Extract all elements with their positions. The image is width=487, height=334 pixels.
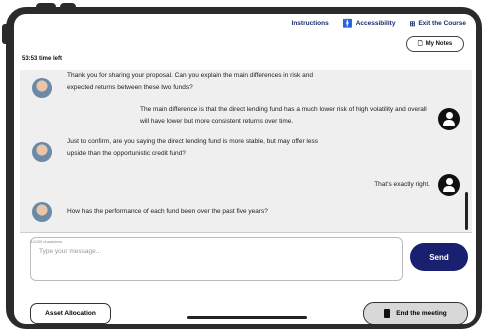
my-notes-button[interactable]: 🗋 My Notes: [406, 36, 464, 52]
my-notes-label: My Notes: [425, 41, 453, 47]
accessibility-link[interactable]: 🚹 Accessibility: [343, 19, 396, 28]
user-avatar: [32, 78, 52, 98]
home-indicator: [187, 316, 307, 319]
chat-scrollbar[interactable]: [465, 192, 468, 230]
device-button: [36, 3, 56, 13]
accessibility-icon: 🚹: [342, 19, 353, 28]
notes-icon: 🗋: [417, 41, 423, 47]
send-button[interactable]: Send: [410, 243, 468, 271]
user-avatar: [32, 202, 52, 222]
person-icon: [445, 178, 453, 185]
app-screen: Instructions 🚹 Accessibility ⊞ Exit the …: [14, 14, 476, 324]
exit-label: Exit the Course: [418, 20, 466, 27]
device-button: [60, 3, 76, 13]
chat-message-user: Thank you for sharing your proposal. Can…: [67, 72, 313, 91]
end-meeting-button[interactable]: End the meeting: [363, 302, 468, 324]
message-input[interactable]: Type your message...: [30, 237, 403, 281]
device-side-button: [2, 24, 8, 44]
person-icon: [445, 112, 453, 119]
door-icon: [384, 309, 391, 318]
top-nav: Instructions 🚹 Accessibility ⊞ Exit the …: [292, 19, 466, 28]
chat-message-advisor: That's exactly right.: [374, 181, 430, 188]
chat-message-advisor: The main difference is that the direct l…: [140, 106, 427, 125]
advisor-avatar: [438, 108, 460, 130]
chat-message-user: How has the performance of each fund bee…: [67, 208, 268, 215]
accessibility-label: Accessibility: [355, 20, 396, 27]
asset-allocation-button[interactable]: Asset Allocation: [30, 303, 111, 324]
character-counter: 0/1000 characters: [30, 239, 63, 244]
exit-course-link[interactable]: ⊞ Exit the Course: [409, 19, 466, 28]
chat-message-user: Just to confirm, are you saying the dire…: [67, 138, 318, 157]
user-avatar: [32, 142, 52, 162]
advisor-avatar: [438, 174, 460, 196]
end-meeting-label: End the meeting: [396, 310, 447, 317]
instructions-link[interactable]: Instructions: [292, 19, 329, 28]
exit-icon: ⊞: [409, 20, 416, 28]
chat-transcript: Thank you for sharing your proposal. Can…: [20, 70, 472, 233]
time-left: 53:53 time left: [22, 56, 63, 62]
